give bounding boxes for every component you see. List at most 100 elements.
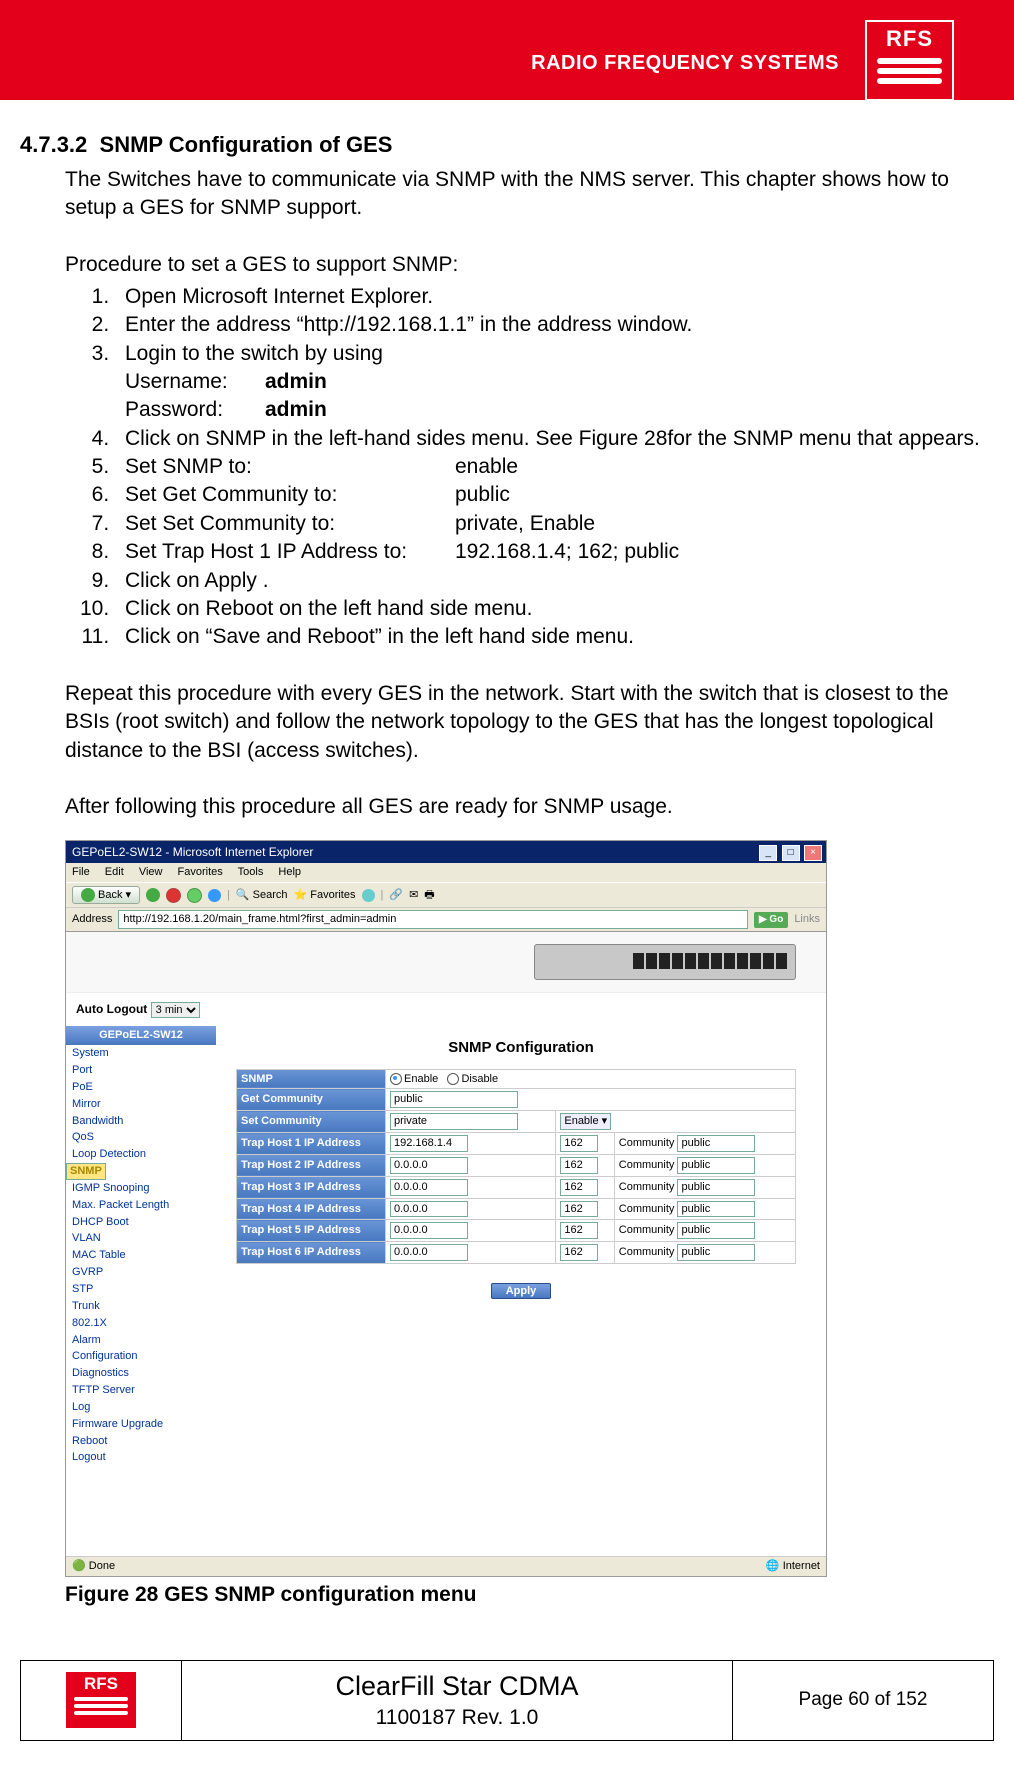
trap6-port[interactable]: 162 (560, 1244, 598, 1261)
menu-view[interactable]: View (139, 866, 163, 878)
step-3-text: Login to the switch by using (125, 342, 383, 365)
panel-title: SNMP Configuration (236, 1038, 806, 1058)
close-button[interactable]: × (804, 845, 822, 861)
media-button[interactable] (362, 889, 375, 902)
sidebar-item-firmware[interactable]: Firmware Upgrade (66, 1416, 216, 1433)
ethernet-ports-icon (633, 953, 787, 969)
sidebar-item-qos[interactable]: QoS (66, 1129, 216, 1146)
step-11: Click on “Save and Reboot” in the left h… (115, 623, 994, 651)
sidebar-item-igmp[interactable]: IGMP Snooping (66, 1180, 216, 1197)
get-community-input[interactable]: public (390, 1091, 518, 1108)
step-7: Set Set Community to:private, Enable (115, 510, 994, 538)
apply-button[interactable]: Apply (491, 1283, 552, 1299)
go-button[interactable]: ▶ Go (754, 912, 788, 928)
snmp-disable-label: Disable (461, 1073, 498, 1085)
mail-icon[interactable]: ✉ (409, 888, 418, 903)
sidebar-item-vlan[interactable]: VLAN (66, 1230, 216, 1247)
trap6-ip[interactable]: 0.0.0.0 (390, 1244, 468, 1261)
trap5-port[interactable]: 162 (560, 1222, 598, 1239)
menu-file[interactable]: File (72, 866, 90, 878)
sidebar-item-gvrp[interactable]: GVRP (66, 1264, 216, 1281)
sidebar-item-diag[interactable]: Diagnostics (66, 1365, 216, 1382)
step-7-label: Set Set Community to: (125, 510, 455, 538)
trap3-ip[interactable]: 0.0.0.0 (390, 1179, 468, 1196)
trap6-com[interactable]: public (677, 1244, 755, 1261)
sidebar-item-8021x[interactable]: 802.1X (66, 1315, 216, 1332)
helper-icon[interactable]: 🔗 (389, 888, 403, 903)
trap4-ip[interactable]: 0.0.0.0 (390, 1201, 468, 1218)
sidebar-item-loop[interactable]: Loop Detection (66, 1146, 216, 1163)
section-heading: 4.7.3.2 SNMP Configuration of GES (20, 130, 994, 160)
step-3: Login to the switch by using Username:ad… (115, 340, 994, 425)
minimize-button[interactable]: _ (759, 845, 777, 861)
sidebar-item-snmp[interactable]: SNMP (66, 1163, 106, 1180)
ie-titlebar: GEPoEL2-SW12 - Microsoft Internet Explor… (66, 841, 826, 863)
footer-logo-cell: RFS (21, 1661, 182, 1740)
menu-favorites[interactable]: Favorites (178, 866, 223, 878)
forward-button[interactable] (146, 888, 160, 902)
sidebar-item-alarm[interactable]: Alarm (66, 1332, 216, 1349)
sidebar-item-bandwidth[interactable]: Bandwidth (66, 1113, 216, 1130)
trap2-port[interactable]: 162 (560, 1157, 598, 1174)
search-button[interactable]: 🔍 Search (236, 888, 288, 903)
sidebar-item-poe[interactable]: PoE (66, 1079, 216, 1096)
sidebar-item-logout[interactable]: Logout (66, 1449, 216, 1466)
print-icon[interactable]: 🖶 (424, 888, 434, 903)
menu-edit[interactable]: Edit (105, 866, 124, 878)
trap5-com[interactable]: public (677, 1222, 755, 1239)
set-community-mode[interactable]: Enable ▾ (560, 1113, 611, 1130)
sidebar-item-packet[interactable]: Max. Packet Length (66, 1197, 216, 1214)
links-label[interactable]: Links (794, 912, 820, 927)
snmp-disable-radio[interactable] (447, 1073, 459, 1085)
sidebar: GEPoEL2-SW12 System Port PoE Mirror Band… (66, 1026, 216, 1556)
sidebar-item-port[interactable]: Port (66, 1062, 216, 1079)
status-done: 🟢 Done (72, 1559, 115, 1574)
sidebar-item-trunk[interactable]: Trunk (66, 1298, 216, 1315)
sidebar-item-mirror[interactable]: Mirror (66, 1096, 216, 1113)
sidebar-item-reboot[interactable]: Reboot (66, 1433, 216, 1450)
menu-tools[interactable]: Tools (238, 866, 264, 878)
sidebar-header: GEPoEL2-SW12 (66, 1026, 216, 1045)
trap5-ip[interactable]: 0.0.0.0 (390, 1222, 468, 1239)
auto-logout-select[interactable]: 3 min (151, 1002, 200, 1018)
trap3-port[interactable]: 162 (560, 1179, 598, 1196)
step-6-val: public (455, 483, 510, 506)
row-trap4-label: Trap Host 4 IP Address (237, 1198, 386, 1220)
trap4-port[interactable]: 162 (560, 1201, 598, 1218)
brand-logo-waves-icon (867, 58, 952, 84)
sidebar-item-dhcp[interactable]: DHCP Boot (66, 1214, 216, 1231)
trap2-ip[interactable]: 0.0.0.0 (390, 1157, 468, 1174)
sidebar-item-system[interactable]: System (66, 1045, 216, 1062)
sidebar-item-stp[interactable]: STP (66, 1281, 216, 1298)
step-7-val: private, Enable (455, 512, 595, 535)
maximize-button[interactable]: □ (782, 845, 800, 861)
intro-paragraph: The Switches have to communicate via SNM… (65, 166, 994, 223)
set-community-input[interactable]: private (390, 1113, 518, 1130)
menu-help[interactable]: Help (278, 866, 301, 878)
trap1-ip[interactable]: 192.168.1.4 (390, 1135, 468, 1152)
favorites-button[interactable]: ⭐ Favorites (293, 888, 355, 903)
trap3-com[interactable]: public (677, 1179, 755, 1196)
footer-page-cell: Page 60 of 152 (733, 1661, 993, 1740)
back-button[interactable]: Back ▾ (72, 886, 140, 905)
sidebar-item-mac[interactable]: MAC Table (66, 1247, 216, 1264)
home-button[interactable] (208, 889, 221, 902)
snmp-config-table: SNMP Enable Disable Get Community public (236, 1069, 796, 1265)
footer-logo-text: RFS (66, 1672, 136, 1694)
address-input[interactable]: http://192.168.1.20/main_frame.html?firs… (118, 910, 748, 929)
heading-number: 4.7.3.2 (20, 132, 87, 157)
trap2-com[interactable]: public (677, 1157, 755, 1174)
refresh-button[interactable] (187, 888, 202, 903)
sidebar-item-config[interactable]: Configuration (66, 1348, 216, 1365)
trap4-com[interactable]: public (677, 1201, 755, 1218)
trap1-port[interactable]: 162 (560, 1135, 598, 1152)
sidebar-item-log[interactable]: Log (66, 1399, 216, 1416)
stop-button[interactable] (166, 888, 181, 903)
trap1-com[interactable]: public (677, 1135, 755, 1152)
trap5-com-label: Community (619, 1224, 675, 1236)
back-icon (81, 888, 95, 902)
snmp-enable-radio[interactable] (390, 1073, 402, 1085)
row-trap2-label: Trap Host 2 IP Address (237, 1154, 386, 1176)
ie-toolbar: Back ▾ | 🔍 Search ⭐ Favorites | 🔗 ✉ 🖶 (66, 882, 826, 909)
sidebar-item-tftp[interactable]: TFTP Server (66, 1382, 216, 1399)
